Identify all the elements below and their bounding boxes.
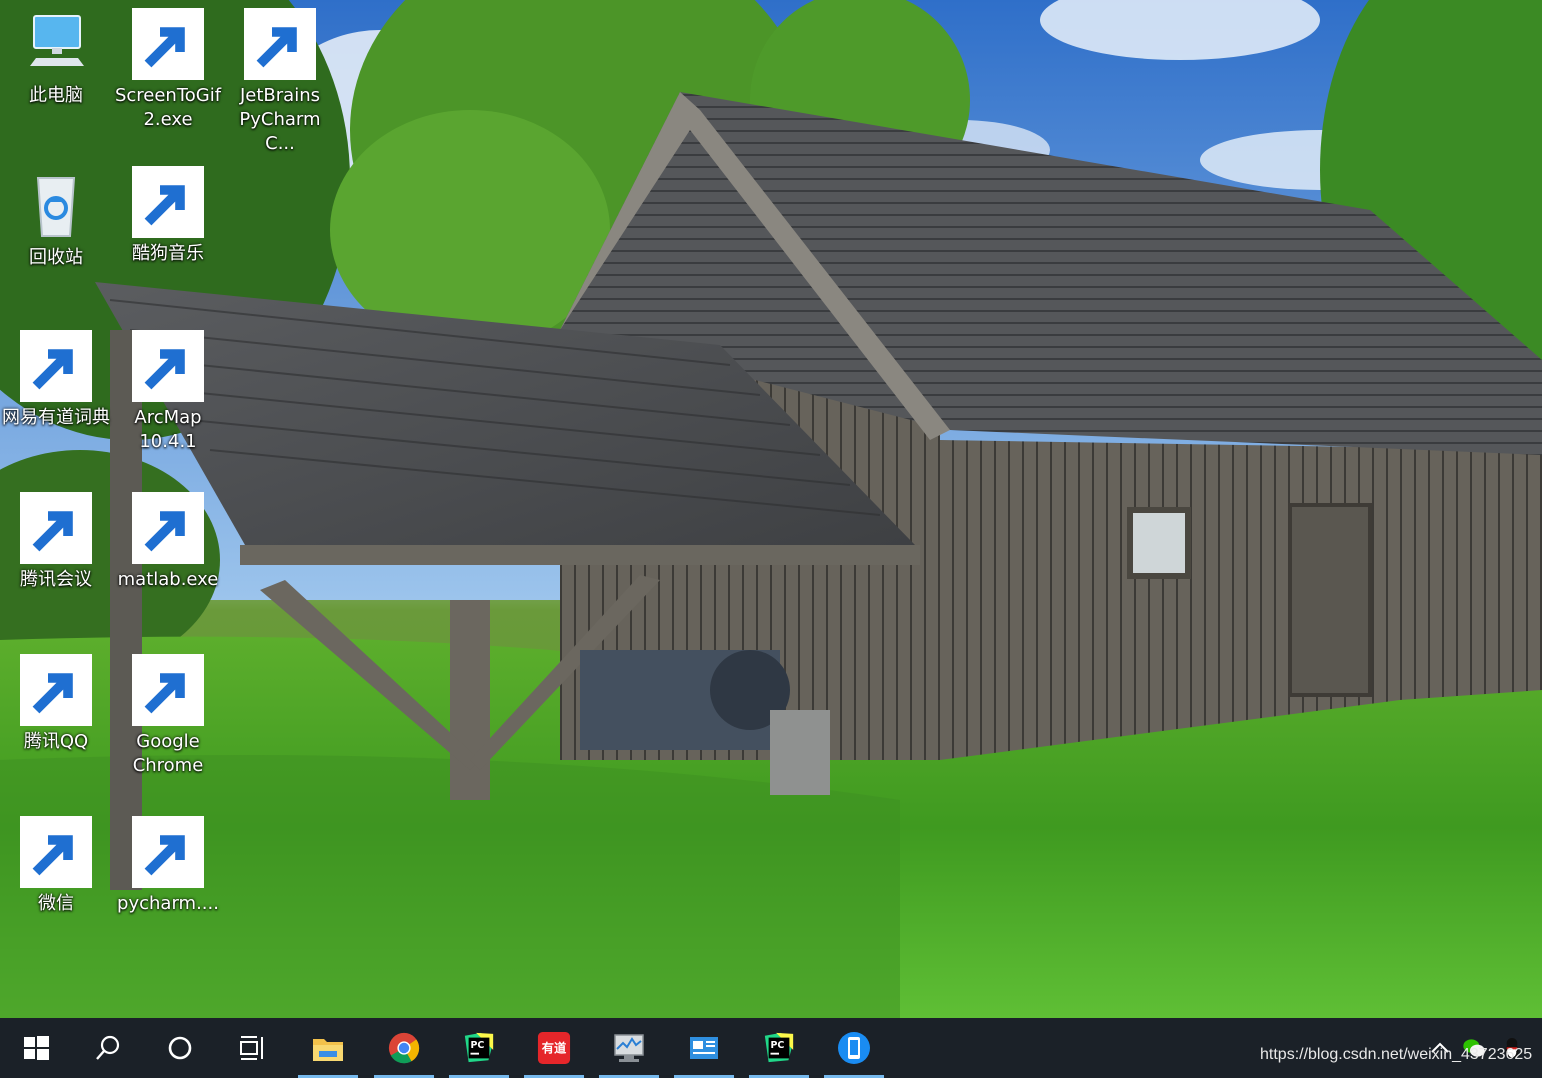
shortcut-arrow-icon — [20, 492, 92, 564]
desktop-icon-arcmap[interactable]: ArcMap 10.4.1 — [112, 330, 224, 454]
desktop-icon-label: 腾讯QQ — [23, 731, 89, 752]
taskbar-phone-link[interactable] — [824, 1018, 884, 1078]
search-icon — [96, 1035, 120, 1060]
presentation-icon — [690, 1037, 718, 1059]
start-button[interactable] — [6, 1018, 66, 1078]
desktop-icon-kugou-music[interactable]: K 酷狗音乐 — [112, 166, 224, 266]
task-view-icon — [240, 1036, 263, 1060]
desktop-icon-label: 微信 — [38, 893, 74, 914]
shortcut-arrow-icon — [20, 816, 92, 888]
file-explorer-icon — [313, 1039, 343, 1061]
windows-start-icon — [24, 1036, 49, 1060]
desktop-icon-jetbrains-pycharm[interactable]: PC JetBrains PyCharm C... — [224, 8, 336, 156]
taskbar-resource-monitor[interactable] — [599, 1018, 659, 1078]
this-pc-icon — [30, 15, 84, 66]
shortcut-arrow-icon — [20, 654, 92, 726]
svg-text:PC: PC — [771, 1040, 785, 1051]
cortana-icon — [168, 1036, 192, 1060]
desktop-icon-label: JetBrains PyCharm C... — [239, 85, 321, 154]
desktop-icon-qq[interactable]: 腾讯QQ — [0, 654, 112, 754]
shortcut-arrow-icon — [132, 492, 204, 564]
desktop-icon-label: 酷狗音乐 — [132, 243, 204, 264]
desktop-icon-label: 此电脑 — [29, 85, 83, 106]
desktop-icon-wechat[interactable]: 微信 — [0, 816, 112, 916]
desktop-icon-youdao-dict[interactable]: 有道 网易有道词典 — [0, 330, 112, 430]
chrome-icon — [388, 1032, 420, 1064]
svg-text:PC: PC — [471, 1040, 485, 1051]
taskbar-pycharm[interactable]: PC — [449, 1018, 509, 1078]
desktop-icon-label: pycharm.... — [117, 893, 219, 914]
desktop-icon-screentogif[interactable]: S>G ScreenToGif 2.exe — [112, 8, 224, 132]
desktop-icon-label: ArcMap 10.4.1 — [134, 407, 202, 452]
shortcut-arrow-icon — [20, 330, 92, 402]
task-view-button[interactable] — [222, 1018, 282, 1078]
desktop-icon-label: 回收站 — [29, 247, 83, 268]
taskbar-file-explorer[interactable] — [298, 1018, 358, 1078]
pycharm-icon: PC — [764, 1032, 794, 1063]
search-button[interactable] — [78, 1018, 138, 1078]
desktop-icon-pycharm-2[interactable]: PC pycharm.... — [112, 816, 224, 916]
desktop-icon-label: ScreenToGif 2.exe — [114, 85, 222, 130]
svg-text:有道: 有道 — [542, 1041, 567, 1056]
youdao-dict-icon: 有道 — [537, 1031, 571, 1065]
shortcut-arrow-icon — [132, 166, 204, 238]
desktop-icon-label: matlab.exe — [117, 569, 219, 590]
cortana-button[interactable] — [150, 1018, 210, 1078]
shortcut-arrow-icon — [132, 816, 204, 888]
phone-link-icon — [838, 1032, 870, 1064]
desktop-icon-this-pc[interactable]: 此电脑 — [0, 8, 112, 108]
desktop-icon-matlab[interactable]: matlab.exe — [112, 492, 224, 592]
desktop-icon-label: 网易有道词典 — [2, 407, 110, 428]
desktop-icon-recycle-bin[interactable]: 回收站 — [0, 170, 112, 270]
taskbar-pycharm-2[interactable]: PC — [749, 1018, 809, 1078]
resource-monitor-icon — [614, 1034, 644, 1062]
recycle-bin-icon — [36, 177, 76, 237]
taskbar-youdao-dict[interactable]: 有道 — [524, 1018, 584, 1078]
shortcut-arrow-icon — [132, 330, 204, 402]
shortcut-arrow-icon — [132, 8, 204, 80]
pycharm-icon: PC — [464, 1032, 494, 1063]
shortcut-arrow-icon — [132, 654, 204, 726]
desktop-icon-tencent-meeting[interactable]: 腾讯会议 — [0, 492, 112, 592]
desktop-icon-label: 腾讯会议 — [20, 569, 92, 590]
shortcut-arrow-icon — [244, 8, 316, 80]
taskbar-presentation-app[interactable] — [674, 1018, 734, 1078]
taskbar-chrome[interactable] — [374, 1018, 434, 1078]
csdn-watermark: https://blog.csdn.net/weixin_43723625 — [1260, 1046, 1533, 1063]
desktop-icon-label: Google Chrome — [132, 731, 204, 776]
desktop-icon-google-chrome[interactable]: Google Chrome — [112, 654, 224, 778]
